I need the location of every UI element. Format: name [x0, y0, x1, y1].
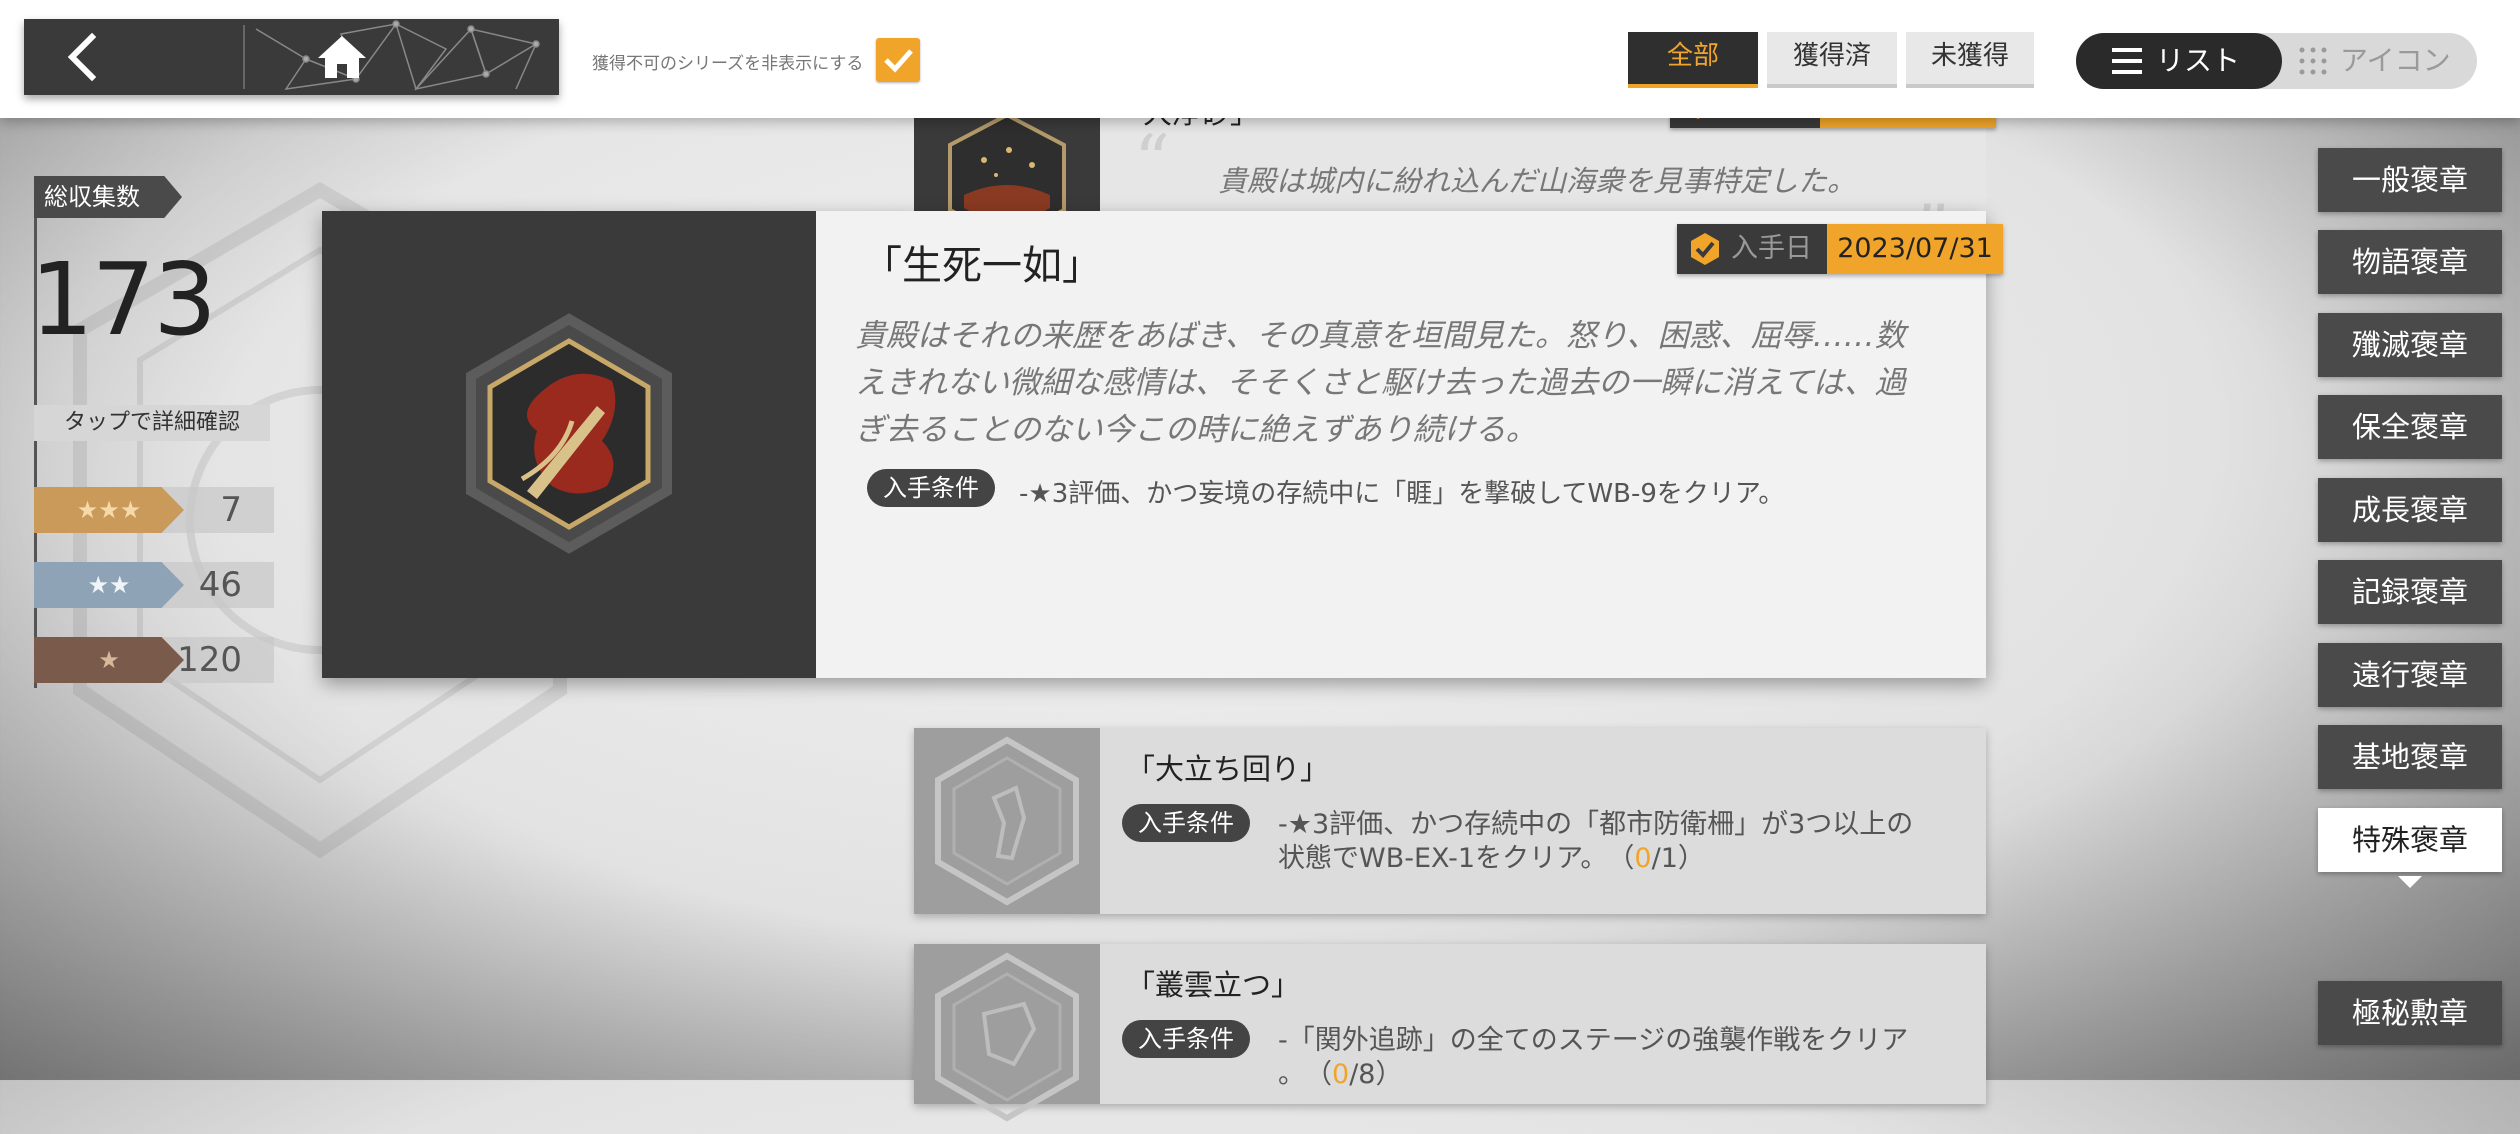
requirement-line: -「関外追跡」の全てのステージの強襲作戦をクリア — [1278, 1025, 1909, 1056]
active-indicator-icon — [2398, 876, 2422, 888]
tap-for-details-hint[interactable]: タップで詳細確認 — [34, 405, 270, 441]
total-collected-count[interactable]: 173 — [30, 250, 217, 350]
medal-icon-area — [914, 728, 1100, 914]
view-toggle: リスト アイコン — [2076, 33, 2477, 89]
rarity-2star-count: 46 — [198, 565, 242, 605]
medal-title: 「叢雲立つ」 — [1126, 968, 1301, 1002]
date-label-box: 入手日 — [1677, 224, 1827, 274]
rarity-3star-row: ★★★ 7 — [34, 487, 274, 533]
total-collected-tag: 総収集数 — [34, 176, 182, 218]
nav-box — [24, 19, 559, 95]
medal-card[interactable]: 「大立ち回り」 入手条件 -★3評価、かつ存続中の「都市防衛柵」が3つ以上の 状… — [914, 728, 1986, 914]
verified-icon — [1691, 233, 1719, 265]
nav-annihilation-medals[interactable]: 殲滅褒章 — [2318, 313, 2502, 377]
requirement-line: -★3評価、かつ存続中の「都市防衛柵」が3つ以上の — [1278, 809, 1914, 840]
list-view-button[interactable]: リスト — [2076, 33, 2282, 89]
grid-icon — [2299, 47, 2327, 75]
medal-title: 「大立ち回り」 — [1126, 752, 1330, 786]
medal-card[interactable]: 「叢雲立つ」 入手条件 -「関外追跡」の全てのステージの強襲作戦をクリア 。 （… — [914, 944, 1986, 1122]
requirement-text: -★3評価、かつ存続中の「都市防衛柵」が3つ以上の 状態でWB-EX-1をクリア… — [1278, 808, 1913, 876]
nav-story-medals[interactable]: 物語褒章 — [2318, 230, 2502, 294]
progress-total: /1 — [1651, 843, 1678, 874]
locked-medal-icon — [935, 736, 1079, 906]
hide-unobtainable-label: 獲得不可のシリーズを非表示にする — [592, 54, 864, 74]
nav-preservation-medals[interactable]: 保全褒章 — [2318, 395, 2502, 459]
requirement-line-2: 状態でWB-EX-1をクリア。 （0/1） — [1278, 843, 1705, 874]
requirement-text: -「関外追跡」の全てのステージの強襲作戦をクリア 。 （0/8） — [1278, 1024, 1908, 1092]
medal-quote: 貴殿は城内に紛れ込んだ山海衆を見事特定した。 — [1218, 164, 1857, 198]
requirement-pill: 入手条件 — [867, 469, 995, 507]
rarity-3star-band: ★★★ — [34, 487, 184, 533]
requirement-line: 。 — [1278, 1059, 1292, 1090]
locked-medal-icon — [935, 952, 1079, 1122]
requirement-line: 状態でWB-EX-1をクリア。 — [1278, 843, 1594, 874]
filter-obtained-tab[interactable]: 獲得済 — [1767, 32, 1897, 88]
home-icon — [318, 36, 366, 78]
obtained-date-badge: 入手日 2023/07/31 — [1677, 224, 2003, 274]
list-view-label: リスト — [2156, 44, 2241, 77]
back-button[interactable] — [24, 19, 242, 95]
flame-sword-medal-icon — [466, 313, 672, 554]
network-pattern-decoration — [255, 20, 540, 91]
progress-current: 0 — [1634, 843, 1652, 874]
requirement-line-2: 。 （0/8） — [1278, 1059, 1403, 1090]
nav-record-medals[interactable]: 記録褒章 — [2318, 560, 2502, 624]
requirement-label: 入手条件 — [1122, 1020, 1250, 1058]
chevron-left-icon — [67, 32, 97, 82]
requirement-pill: 入手条件 — [1122, 804, 1250, 842]
medal-detail-card[interactable]: 「生死一如」 貴殿はそれの来歴をあばき、その真意を垣間見た。怒り、困惑、屈辱……… — [322, 211, 2003, 678]
requirement-pill: 入手条件 — [1122, 1020, 1250, 1058]
requirement-label: 入手条件 — [1122, 804, 1250, 842]
nav-special-medals[interactable]: 特殊褒章 — [2318, 808, 2502, 872]
nav-growth-medals[interactable]: 成長褒章 — [2318, 478, 2502, 542]
rarity-2star-row: ★★ 46 — [34, 562, 274, 608]
rarity-1star-count: 120 — [177, 640, 242, 680]
rarity-1star-band: ★ — [34, 637, 184, 683]
checkmark-icon — [884, 49, 913, 73]
rarity-2star-band: ★★ — [34, 562, 184, 608]
requirement-label: 入手条件 — [867, 469, 995, 507]
nav-expedition-medals[interactable]: 遠行褒章 — [2318, 643, 2502, 707]
progress-total: /8 — [1349, 1059, 1376, 1090]
nav-base-medals[interactable]: 基地褒章 — [2318, 725, 2502, 789]
top-bar: 獲得不可のシリーズを非表示にする 全部 獲得済 未獲得 リスト アイコン — [0, 0, 2520, 118]
medal-detail-description: 貴殿はそれの来歴をあばき、その真意を垣間見た。怒り、困惑、屈辱……数えきれない微… — [855, 318, 1906, 448]
progress-current: 0 — [1332, 1059, 1350, 1090]
obtained-date: 2023/07/31 — [1827, 224, 2003, 274]
icon-view-label: アイコン — [2340, 44, 2451, 77]
medal-icon-area — [914, 944, 1100, 1122]
rarity-3star-count: 7 — [220, 490, 242, 530]
home-button[interactable] — [246, 19, 559, 95]
medal-detail-title: 「生死一如」 — [862, 243, 1102, 289]
nav-secret-medals[interactable]: 極秘勲章 — [2318, 981, 2502, 1045]
requirement-text: -★3評価、かつ妄境の存続中に「睚」を撃破してWB-9をクリア。 — [1019, 479, 1785, 509]
filter-unobtained-tab[interactable]: 未獲得 — [1906, 32, 2034, 88]
date-label: 入手日 — [1731, 233, 1812, 264]
medal-detail-icon-area — [322, 211, 816, 678]
rarity-1star-row: ★ 120 — [34, 637, 274, 683]
filter-all-tab[interactable]: 全部 — [1628, 32, 1758, 88]
nav-separator — [243, 25, 245, 89]
quote-open-icon: “ — [1134, 120, 1170, 202]
list-icon — [2112, 48, 2142, 74]
nav-general-medals[interactable]: 一般褒章 — [2318, 148, 2502, 212]
hide-unobtainable-checkbox[interactable] — [876, 38, 920, 82]
